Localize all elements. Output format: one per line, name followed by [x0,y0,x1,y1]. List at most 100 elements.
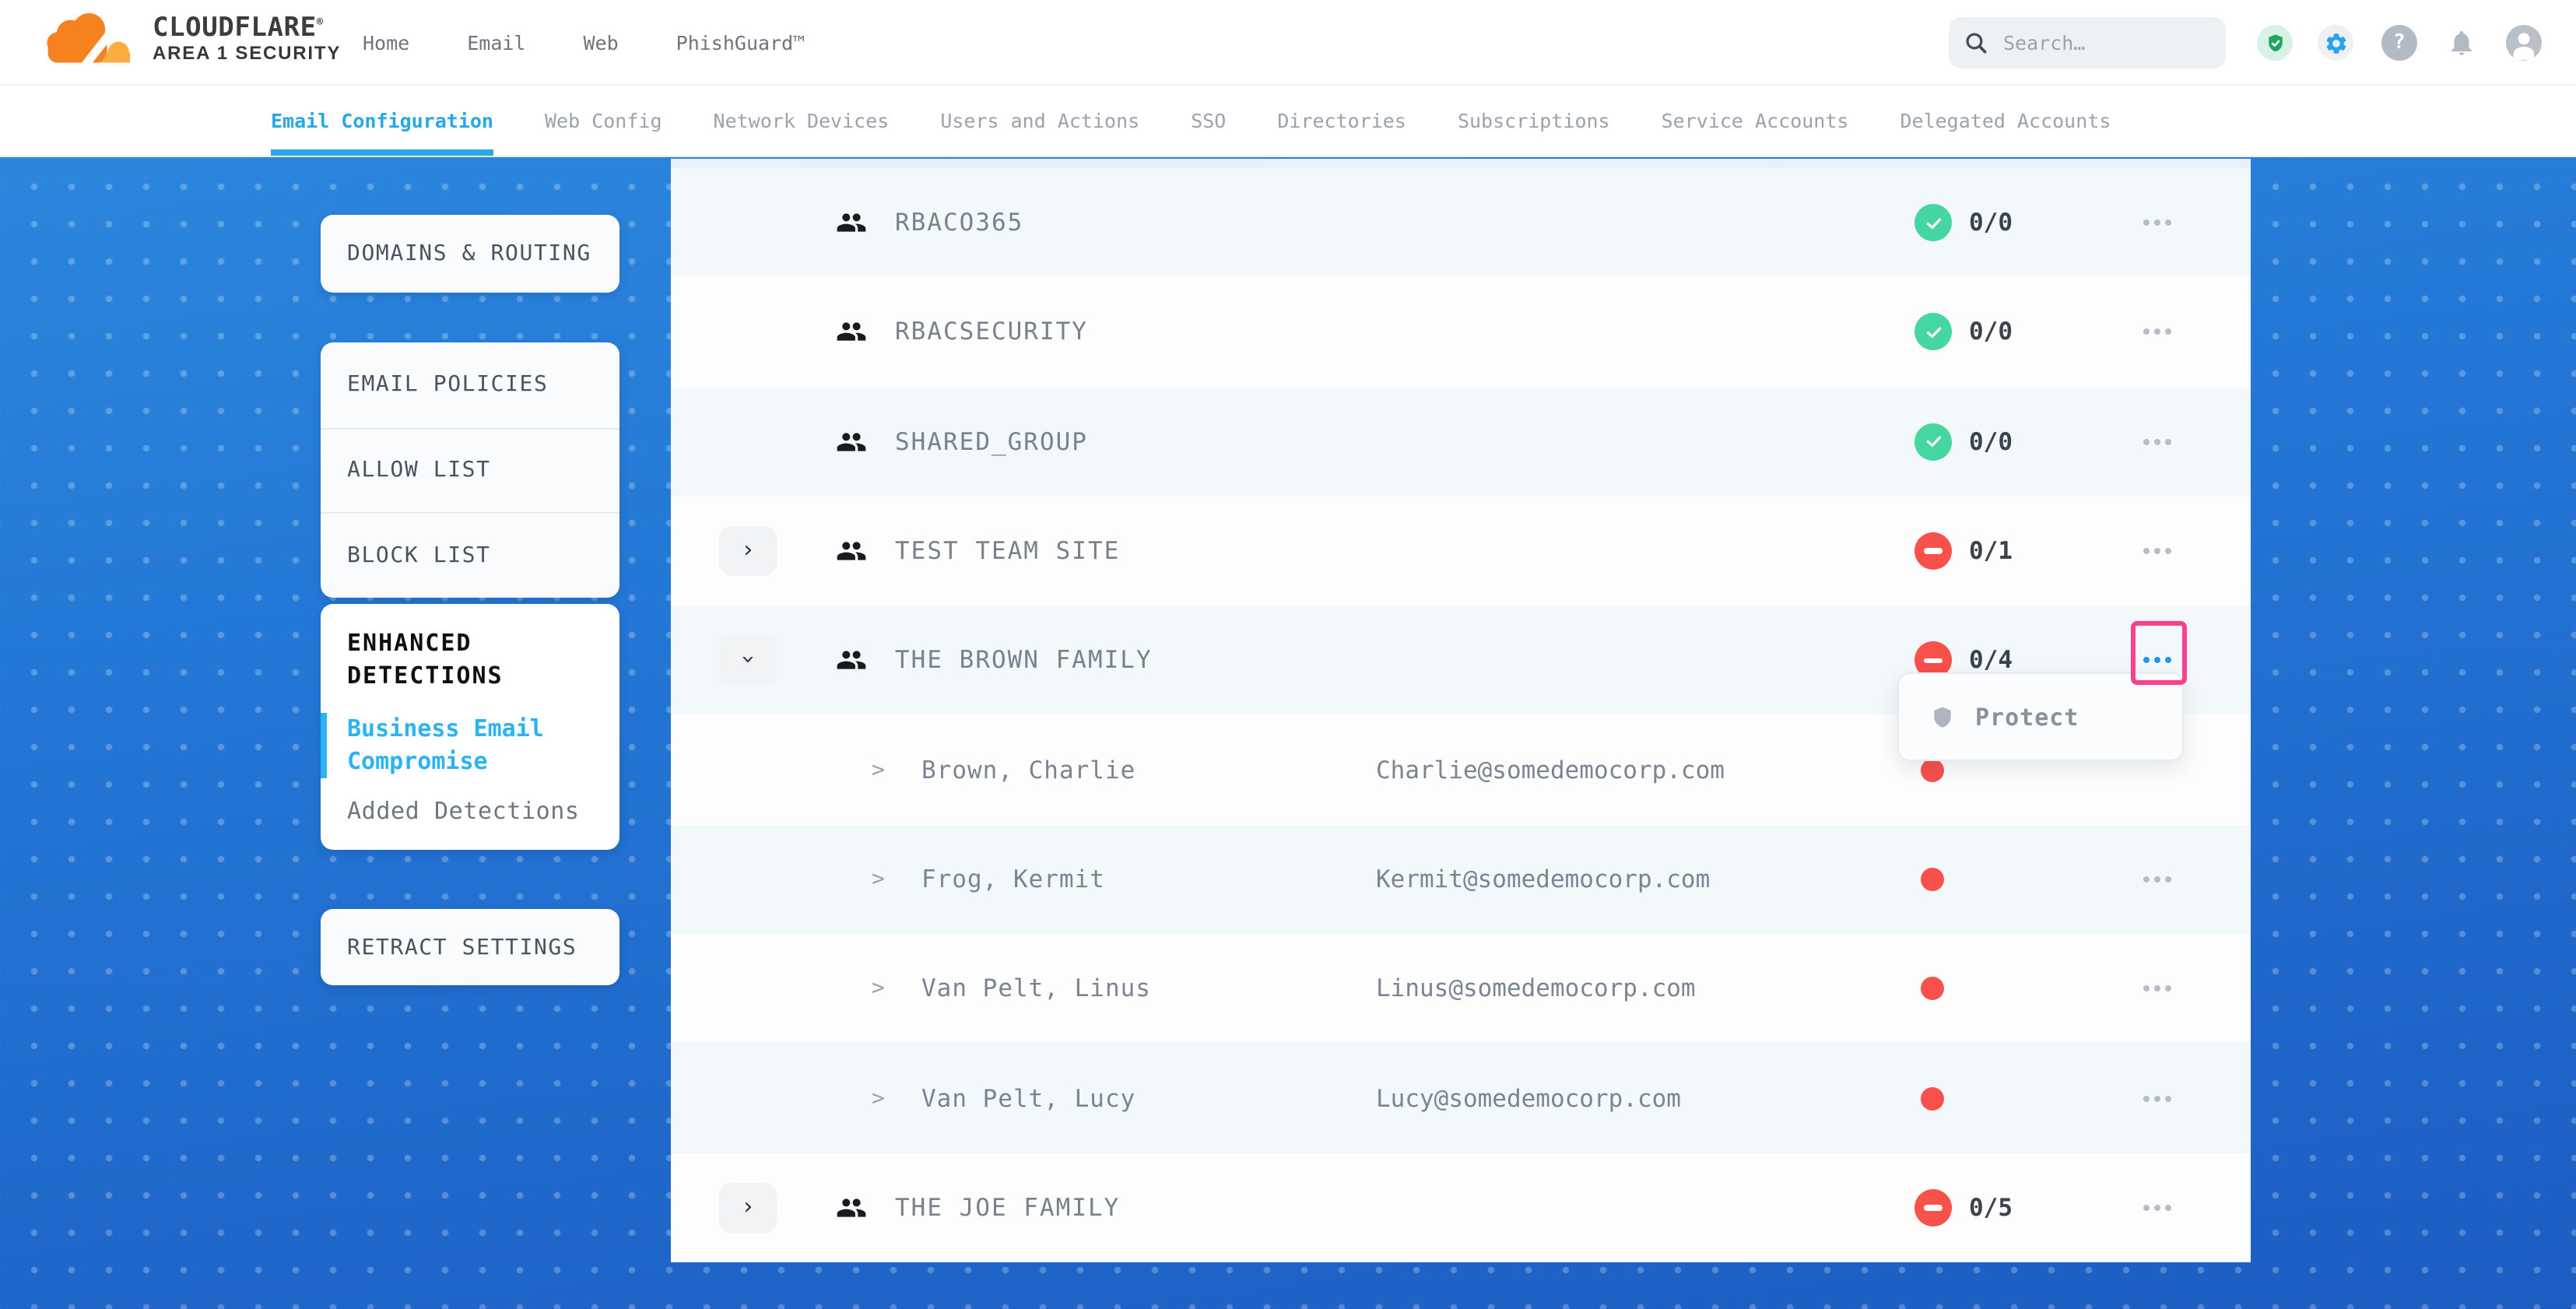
ellipsis-icon [2154,1205,2160,1211]
protect-menu-item[interactable]: Protect [1975,703,2079,731]
help-icon[interactable]: ? [2381,25,2417,61]
table-row-group[interactable]: RBACO3650/0 [671,168,2251,278]
account-avatar-icon[interactable] [2506,25,2542,61]
tab-email-configuration[interactable]: Email Configuration [271,86,493,156]
table-row-group[interactable]: THE JOE FAMILY 0/5 [671,1153,2251,1262]
row-name: THE BROWN FAMILY [895,647,1153,675]
sidebar-item-domains-routing[interactable]: DOMAINS & ROUTING [321,215,619,293]
ellipsis-icon [2154,548,2160,554]
protection-count: 0/5 [1969,1194,2013,1222]
cloudflare-cloud-icon [44,9,140,68]
sidebar-item-business-email-compromise[interactable]: Business Email Compromise [347,713,581,778]
shield-icon [1930,703,1955,731]
protection-count: 0/0 [1969,427,2013,455]
users-group-icon [836,1192,867,1223]
tab-web-config[interactable]: Web Config [545,86,662,156]
table-row-group[interactable]: SHARED_GROUP0/0 [671,387,2251,497]
ellipsis-icon [2154,985,2160,991]
security-shield-check-icon[interactable] [2257,25,2293,61]
table-row-group[interactable]: RBACSECURITY0/0 [671,278,2251,388]
tab-directories[interactable]: Directories [1277,86,1406,156]
row-menu-button[interactable] [2132,535,2182,567]
table-row-user[interactable]: Frog, KermitKermit@somedemocorp.com [671,825,2251,935]
row-menu-button[interactable] [2132,973,2182,1004]
users-group-icon [836,207,867,238]
row-name: Brown, Charlie [921,756,1135,784]
status-protected-icon [1914,423,1952,460]
row-name: THE JOE FAMILY [895,1194,1120,1222]
row-menu-button[interactable] [2132,207,2182,238]
row-context-menu[interactable]: Protect [1897,672,2184,761]
settings-gear-icon[interactable] [2318,25,2353,61]
sidebar-item-enhanced-detections[interactable]: ENHANCED DETECTIONS [347,627,581,693]
ellipsis-icon [2154,219,2160,226]
nav-web[interactable]: Web [584,31,619,54]
top-header: CLOUDFLARE® AREA 1 SECURITY Home Email W… [0,0,2576,86]
search-icon [1964,31,1988,54]
row-email: Linus@somedemocorp.com [1376,974,1696,1002]
notifications-bell-icon[interactable] [2444,25,2479,61]
status-protected-icon [1914,204,1952,241]
search-box[interactable] [1949,17,2226,68]
sidebar-item-block-list[interactable]: BLOCK LIST [321,512,619,597]
chevron-right-icon [872,1086,885,1111]
tab-network-devices[interactable]: Network Devices [714,86,890,156]
tab-sso[interactable]: SSO [1191,86,1226,156]
collapse-row-button[interactable] [719,636,777,686]
cloudflare-logo[interactable]: CLOUDFLARE® AREA 1 SECURITY [44,9,341,68]
config-tabbar: Email Configuration Web Config Network D… [0,86,2576,157]
sidebar-card-enhanced-detections: ENHANCED DETECTIONS Business Email Compr… [321,604,619,850]
tab-service-accounts[interactable]: Service Accounts [1662,86,1849,156]
row-menu-button[interactable] [2132,317,2182,348]
sidebar-item-allow-list[interactable]: ALLOW LIST [321,427,619,512]
table-row-user[interactable]: Van Pelt, Lucy Lucy@somedemocorp.com [671,1044,2251,1153]
row-name: Van Pelt, Lucy [921,1084,1135,1112]
tab-users-and-actions[interactable]: Users and Actions [940,86,1139,156]
ellipsis-icon [2154,329,2160,335]
tab-subscriptions[interactable]: Subscriptions [1458,86,1610,156]
row-menu-button[interactable] [2132,864,2182,895]
active-item-indicator [321,713,327,778]
trademark: ® [317,16,324,28]
scrolled-row-edge [671,159,2251,168]
sidebar-item-added-detections[interactable]: Added Detections [347,797,619,825]
sidebar-item-retract-settings[interactable]: RETRACT SETTINGS [321,909,619,985]
status-dot-icon [1921,758,1944,781]
nav-phishguard[interactable]: PhishGuard™ [676,31,805,54]
table-row-user[interactable]: Van Pelt, Linus Linus@somedemocorp.com [671,934,2251,1044]
expand-row-button[interactable] [719,526,777,576]
ellipsis-icon [2154,438,2160,444]
status-unprotected-icon [1914,532,1952,570]
sidebar-item-label: Business Email Compromise [347,714,544,775]
row-name: TEST TEAM SITE [895,537,1120,565]
sidebar-item-email-policies[interactable]: EMAIL POLICIES [321,342,619,427]
row-menu-button[interactable] [2132,1192,2182,1223]
protection-count: 0/1 [1969,537,2013,565]
ellipsis-icon [2154,1095,2160,1101]
row-email: Lucy@somedemocorp.com [1376,1084,1681,1112]
ellipsis-icon [2154,876,2160,883]
row-menu-button[interactable] [2132,1083,2182,1114]
search-input[interactable] [2000,30,2187,56]
row-email: Charlie@somedemocorp.com [1376,756,1725,784]
sidebar-card-policies: EMAIL POLICIES ALLOW LIST BLOCK LIST [321,342,619,598]
row-menu-button[interactable] [2132,645,2182,676]
tab-delegated-accounts[interactable]: Delegated Accounts [1900,86,2111,156]
row-menu-button[interactable] [2132,426,2182,457]
brand-name: CLOUDFLARE® [153,13,341,42]
protection-count: 0/0 [1969,209,2013,237]
status-protected-icon [1914,314,1952,351]
nav-email[interactable]: Email [467,31,525,54]
users-group-icon [836,317,867,348]
status-dot-icon [1921,1086,1944,1110]
status-dot-icon [1921,977,1944,1000]
row-name: Van Pelt, Linus [921,974,1151,1002]
expand-row-button[interactable] [719,1183,777,1233]
ellipsis-icon [2154,658,2160,664]
protection-count: 0/0 [1969,318,2013,346]
table-row-group[interactable]: TEST TEAM SITE 0/1 [671,497,2251,606]
users-group-icon [836,535,867,567]
nav-home[interactable]: Home [363,31,409,54]
status-dot-icon [1921,868,1944,891]
minus-icon [1924,549,1943,554]
